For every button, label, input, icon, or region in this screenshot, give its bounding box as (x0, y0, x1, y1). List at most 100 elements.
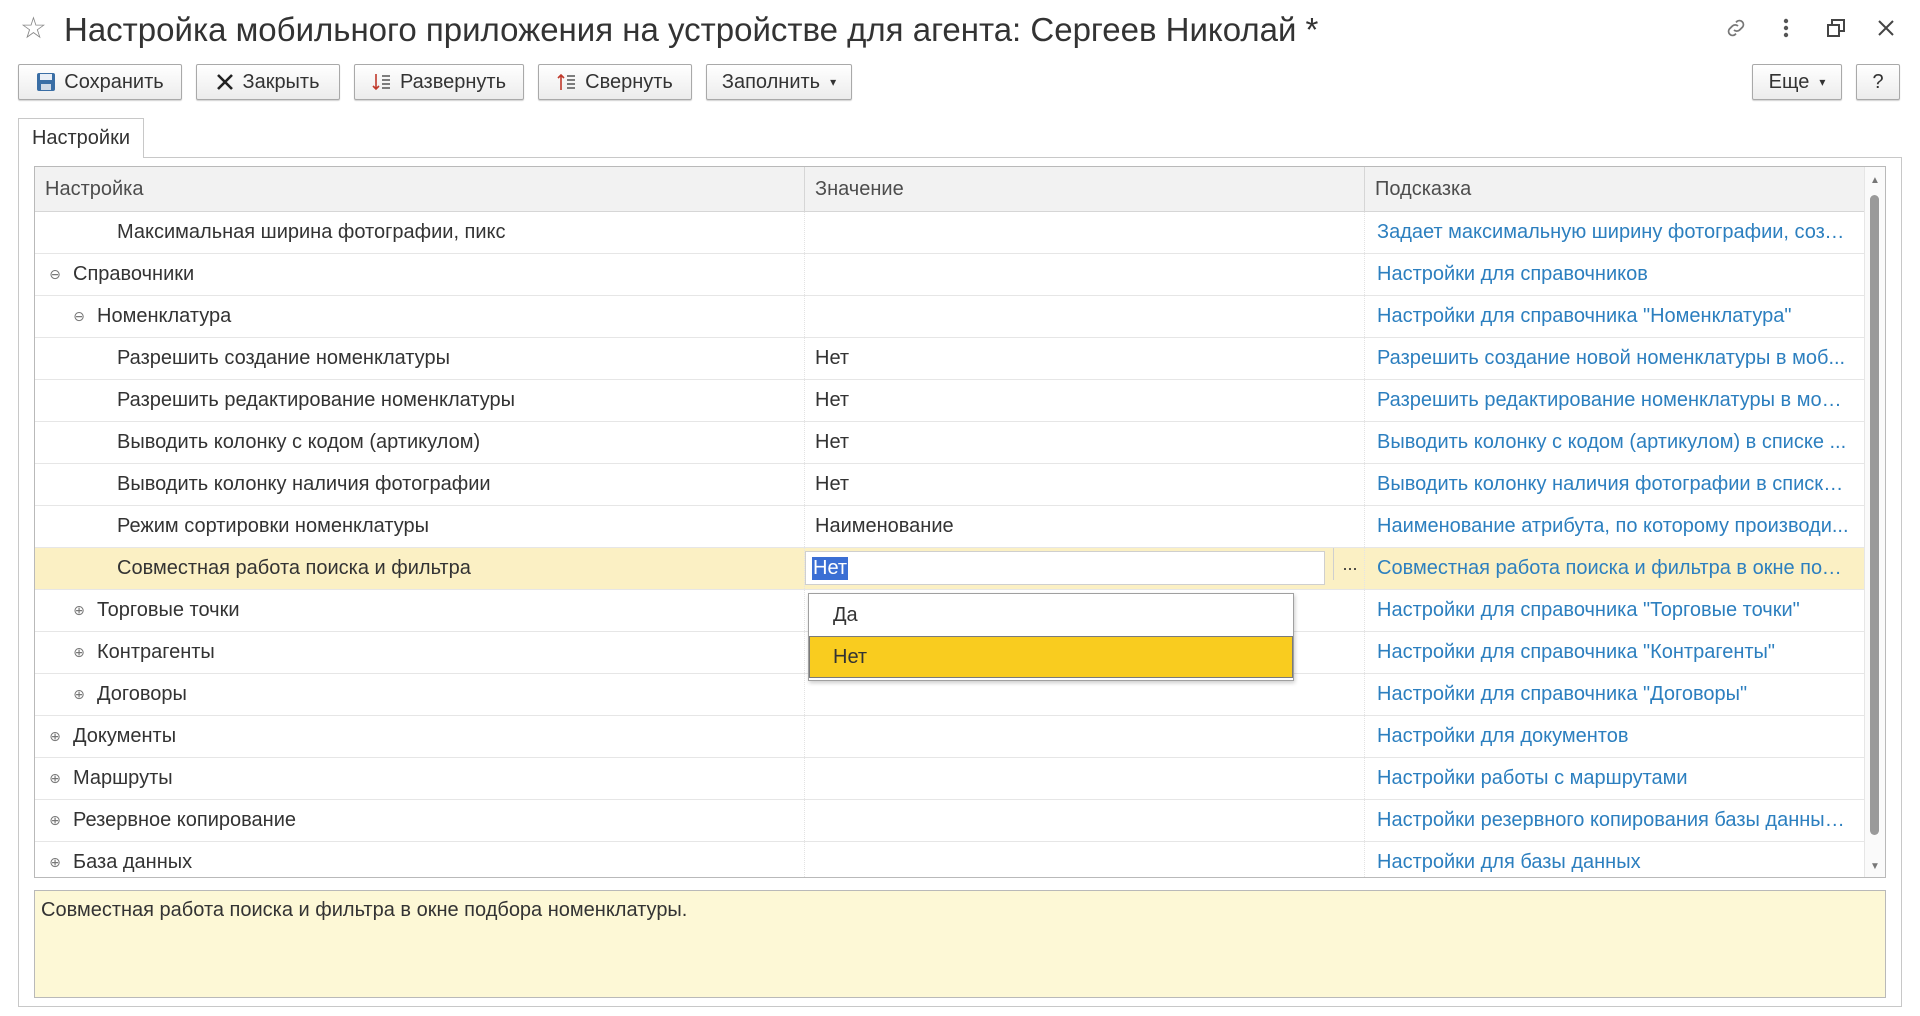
table-row[interactable]: ⊕ Резервное копирование Настройки резервно… (35, 800, 1865, 842)
value-cell[interactable] (805, 842, 1365, 877)
setting-cell[interactable]: Режим сортировки номенклатуры (35, 506, 805, 547)
hint-cell[interactable]: Совместная работа поиска и фильтра в окн… (1365, 548, 1865, 589)
setting-cell[interactable]: Максимальная ширина фотографии, пикс (35, 212, 805, 253)
hint-link[interactable]: Выводить колонку с кодом (артикулом) в с… (1377, 431, 1846, 454)
setting-cell[interactable]: Выводить колонку наличия фотографии (35, 464, 805, 505)
hint-cell[interactable]: Выводить колонку наличия фотографии в сп… (1365, 464, 1865, 505)
hint-link[interactable]: Настройки для справочника "Договоры" (1377, 683, 1747, 706)
hint-link[interactable]: Настройки работы с маршрутами (1377, 767, 1688, 790)
hint-cell[interactable]: Настройки для документов (1365, 716, 1865, 757)
more-vertical-icon[interactable] (1772, 14, 1800, 42)
dropdown-option-yes[interactable]: Да (809, 594, 1293, 636)
hint-cell[interactable]: Настройки резервного копирования базы да… (1365, 800, 1865, 841)
help-button[interactable]: ? (1856, 64, 1900, 100)
expand-node-icon[interactable]: ⊕ (47, 728, 63, 745)
dropdown-option-no[interactable]: Нет (809, 636, 1293, 678)
expand-node-icon[interactable]: ⊕ (47, 854, 63, 871)
hint-link[interactable]: Совместная работа поиска и фильтра в окн… (1377, 557, 1849, 580)
hint-cell[interactable]: Разрешить создание новой номенклатуры в … (1365, 338, 1865, 379)
table-row[interactable]: ⊖ Справочники Настройки для справочников (35, 254, 1865, 296)
expand-node-icon[interactable]: ⊕ (71, 602, 87, 619)
star-icon[interactable]: ☆ (20, 14, 47, 44)
hint-cell[interactable]: Настройки работы с маршрутами (1365, 758, 1865, 799)
table-row[interactable]: ⊕ Маршруты Настройки работы с маршрутами (35, 758, 1865, 800)
value-cell[interactable]: Нет... (805, 548, 1365, 589)
value-cell[interactable] (805, 716, 1365, 757)
expand-button[interactable]: Развернуть (354, 64, 524, 100)
hint-cell[interactable]: Разрешить редактирование номенклатуры в … (1365, 380, 1865, 421)
setting-cell[interactable]: ⊕ Документы (35, 716, 805, 757)
hint-link[interactable]: Настройки для справочника "Номенклатура" (1377, 305, 1791, 328)
expand-node-icon[interactable]: ⊕ (47, 812, 63, 829)
setting-cell[interactable]: ⊕ Контрагенты (35, 632, 805, 673)
value-cell[interactable] (805, 254, 1365, 295)
setting-cell[interactable]: ⊖ Номенклатура (35, 296, 805, 337)
table-row[interactable]: Разрешить редактирование номенклатуры Нет… (35, 380, 1865, 422)
save-button[interactable]: Сохранить (18, 64, 182, 100)
scroll-down-icon[interactable]: ▼ (1865, 857, 1885, 875)
hint-link[interactable]: Настройки для справочника "Контрагенты" (1377, 641, 1775, 664)
hint-cell[interactable]: Настройки для справочника "Торговые точк… (1365, 590, 1865, 631)
hint-link[interactable]: Наименование атрибута, по которому произ… (1377, 515, 1849, 538)
expand-node-icon[interactable]: ⊕ (71, 644, 87, 661)
hint-cell[interactable]: Настройки для справочника "Номенклатура" (1365, 296, 1865, 337)
tab-settings[interactable]: Настройки (18, 118, 144, 158)
table-row[interactable]: Максимальная ширина фотографии, пикс Зада… (35, 212, 1865, 254)
value-cell[interactable] (805, 758, 1365, 799)
table-row[interactable]: Разрешить создание номенклатуры Нет Разреш… (35, 338, 1865, 380)
value-cell[interactable]: Нет (805, 338, 1365, 379)
table-row[interactable]: ⊖ Номенклатура Настройки для справочника "… (35, 296, 1865, 338)
hint-link[interactable]: Настройки для документов (1377, 725, 1629, 748)
hint-cell[interactable]: Настройки для справочника "Договоры" (1365, 674, 1865, 715)
hint-link[interactable]: Настройки для справочников (1377, 263, 1648, 286)
value-cell[interactable]: Наименование (805, 506, 1365, 547)
hint-link[interactable]: Выводить колонку наличия фотографии в сп… (1377, 473, 1849, 496)
more-button[interactable]: Еще ▾ (1752, 64, 1842, 100)
hint-cell[interactable]: Настройки для базы данных (1365, 842, 1865, 877)
collapse-button[interactable]: Свернуть (538, 64, 692, 100)
setting-cell[interactable]: ⊕ Договоры (35, 674, 805, 715)
fill-button[interactable]: Заполнить ▾ (706, 64, 852, 100)
collapse-node-icon[interactable]: ⊖ (71, 308, 87, 325)
setting-cell[interactable]: ⊕ Маршруты (35, 758, 805, 799)
table-row[interactable]: ⊕ База данных Настройки для базы данных (35, 842, 1865, 877)
scrollbar-thumb[interactable] (1870, 195, 1879, 835)
hint-cell[interactable]: Наименование атрибута, по которому произ… (1365, 506, 1865, 547)
hint-link[interactable]: Задает максимальную ширину фотографии, с… (1377, 221, 1849, 244)
column-header-setting[interactable]: Настройка (35, 167, 805, 211)
hint-link[interactable]: Настройки для базы данных (1377, 851, 1641, 874)
close-icon[interactable] (1872, 14, 1900, 42)
hint-cell[interactable]: Настройки для справочника "Контрагенты" (1365, 632, 1865, 673)
restore-icon[interactable] (1822, 14, 1850, 42)
table-row[interactable]: Выводить колонку наличия фотографии Нет Вы… (35, 464, 1865, 506)
select-button[interactable]: ... (1333, 548, 1364, 580)
value-cell[interactable] (805, 296, 1365, 337)
expand-node-icon[interactable]: ⊕ (47, 770, 63, 787)
setting-cell[interactable]: Разрешить редактирование номенклатуры (35, 380, 805, 421)
hint-link[interactable]: Настройки резервного копирования базы да… (1377, 809, 1849, 832)
value-cell[interactable] (805, 212, 1365, 253)
value-cell[interactable]: Нет (805, 380, 1365, 421)
collapse-node-icon[interactable]: ⊖ (47, 266, 63, 283)
table-row[interactable]: Совместная работа поиска и фильтра Нет...… (35, 548, 1865, 590)
setting-cell[interactable]: Совместная работа поиска и фильтра (35, 548, 805, 589)
column-header-value[interactable]: Значение (805, 167, 1365, 211)
close-button[interactable]: Закрыть (196, 64, 340, 100)
hint-cell[interactable]: Задает максимальную ширину фотографии, с… (1365, 212, 1865, 253)
column-header-hint[interactable]: Подсказка (1365, 167, 1865, 211)
vertical-scrollbar[interactable]: ▲ ▼ (1864, 167, 1885, 877)
value-cell[interactable]: Нет (805, 464, 1365, 505)
link-icon[interactable] (1722, 14, 1750, 42)
hint-cell[interactable]: Выводить колонку с кодом (артикулом) в с… (1365, 422, 1865, 463)
hint-link[interactable]: Настройки для справочника "Торговые точк… (1377, 599, 1800, 622)
scroll-up-icon[interactable]: ▲ (1865, 171, 1885, 189)
expand-node-icon[interactable]: ⊕ (71, 686, 87, 703)
setting-cell[interactable]: Разрешить создание номенклатуры (35, 338, 805, 379)
setting-cell[interactable]: Выводить колонку с кодом (артикулом) (35, 422, 805, 463)
table-row[interactable]: ⊕ Документы Настройки для документов (35, 716, 1865, 758)
hint-link[interactable]: Разрешить редактирование номенклатуры в … (1377, 389, 1849, 412)
value-edit-field[interactable]: Нет (805, 551, 1325, 585)
table-row[interactable]: Режим сортировки номенклатуры Наименовани… (35, 506, 1865, 548)
hint-link[interactable]: Разрешить создание новой номенклатуры в … (1377, 347, 1845, 370)
value-cell[interactable]: Нет (805, 422, 1365, 463)
